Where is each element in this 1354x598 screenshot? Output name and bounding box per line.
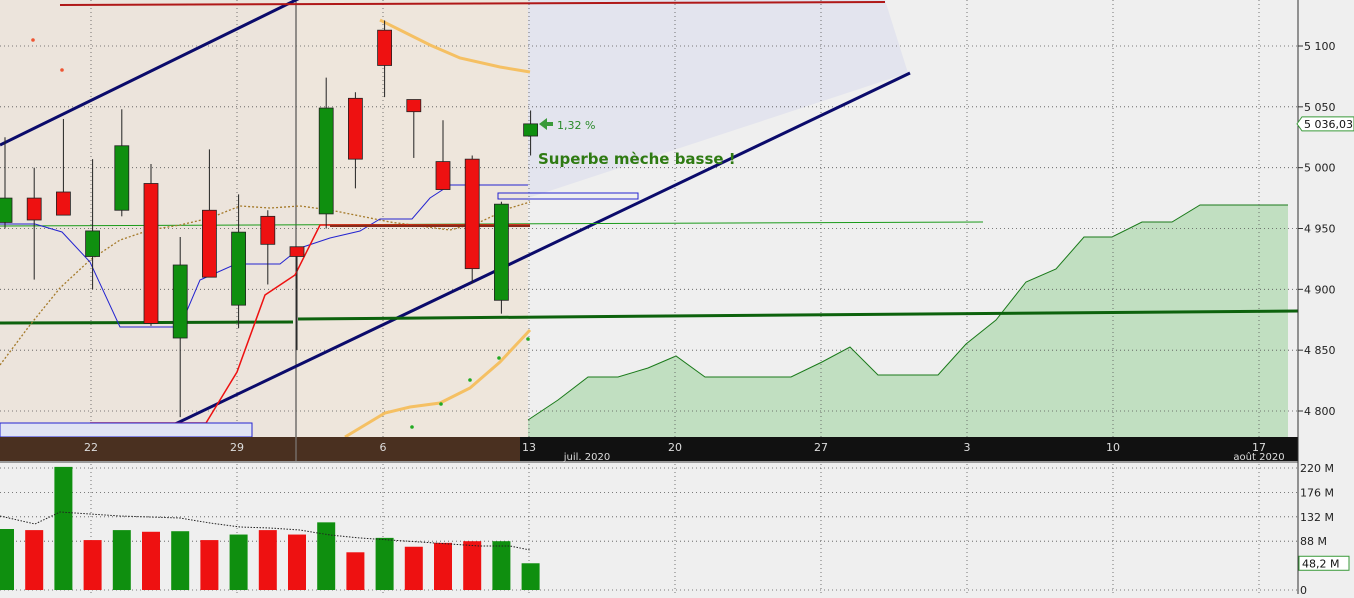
volume-bar (463, 541, 482, 590)
price-tick-label: 4 900 (1304, 283, 1336, 296)
volume-bar (200, 540, 219, 590)
volume-bar (434, 542, 452, 590)
candle-body (464, 158, 480, 270)
candle-body (289, 246, 305, 257)
sar-dot (526, 337, 530, 341)
date-tick-label: 20 (668, 441, 682, 454)
candle-body (523, 123, 538, 137)
volume-bar (142, 531, 160, 590)
candle-body (347, 97, 363, 160)
volume-bar (317, 522, 336, 590)
candle-body (435, 161, 451, 190)
volume-tick-label: 0 (1300, 584, 1307, 594)
sar-dot (410, 425, 414, 429)
price-tick-label: 4 850 (1304, 344, 1336, 357)
price-tick-label: 5 050 (1304, 101, 1336, 114)
date-tick-label: 29 (230, 441, 244, 454)
candle-body (318, 107, 334, 215)
volume-bar (0, 529, 14, 590)
last-price-label: 5 036,03 (1304, 118, 1353, 131)
date-tick-label: 27 (814, 441, 828, 454)
price-axis-background (1298, 0, 1354, 594)
volume-bar (375, 537, 394, 590)
volume-bar (25, 530, 44, 590)
candle-body (85, 230, 100, 257)
candle-body (143, 183, 159, 324)
candle-body (114, 145, 130, 211)
month-label: août 2020 (1233, 451, 1284, 463)
volume-bar (54, 466, 73, 590)
date-tick-label: 3 (964, 441, 971, 454)
last-volume-label: 48,2 M (1302, 557, 1339, 570)
chart-svg: 22 29 6 13 20 27 3 10 17juil. 2020 août 20205 100… (0, 0, 1354, 597)
volume-bar (112, 530, 131, 590)
volume-bar (521, 563, 540, 590)
sar-dot (31, 38, 35, 42)
sar-dot (497, 356, 501, 360)
annotation-text: Superbe mèche basse ! (538, 150, 736, 168)
date-tick-label: 6 (380, 441, 387, 454)
sar-dot (60, 68, 64, 72)
volume-bar (258, 530, 277, 590)
volume-tick-label: 220 M (1300, 462, 1334, 475)
volume-bar (229, 534, 248, 590)
sar-dot (439, 402, 443, 406)
candle-body (201, 209, 217, 278)
volume-bar (404, 546, 423, 590)
date-axis-dark-left (0, 437, 296, 461)
price-tick-label: 5 000 (1304, 162, 1336, 175)
month-label: juil. 2020 (563, 452, 610, 463)
date-axis-background (520, 437, 1298, 461)
date-tick-label: 10 (1106, 441, 1120, 454)
price-tick-label: 4 800 (1304, 405, 1336, 418)
price-tick-label: 5 100 (1304, 40, 1336, 53)
date-tick-label: 13 (522, 441, 536, 454)
candle-body (172, 264, 188, 339)
volume-tick-label: 132 M (1300, 511, 1334, 524)
zone-box (0, 422, 253, 438)
date-tick-label: 22 (84, 441, 98, 454)
candle-body (56, 191, 71, 216)
volume-tick-label: 88 M (1300, 535, 1327, 548)
volume-bar (288, 534, 306, 590)
sar-dot (468, 378, 472, 382)
candle-body (26, 197, 42, 221)
volume-tick-label: 176 M (1300, 486, 1334, 499)
volume-bar (492, 541, 511, 590)
candle-body (377, 29, 393, 66)
date-axis-dark-right (296, 437, 520, 461)
candle-body (493, 203, 509, 301)
volume-bar (346, 552, 365, 590)
candle-body (260, 215, 276, 245)
candle-body (406, 99, 422, 113)
change-label: 1,32 % (557, 119, 595, 132)
volume-bar (83, 540, 102, 590)
candle-body (231, 231, 247, 306)
candle-body (0, 197, 13, 223)
chart-root: 22 29 6 13 20 27 3 10 17 juil. 2020 août 2020 5 100… (0, 0, 1354, 597)
volume-bar (171, 531, 190, 590)
price-tick-label: 4 950 (1304, 223, 1336, 236)
